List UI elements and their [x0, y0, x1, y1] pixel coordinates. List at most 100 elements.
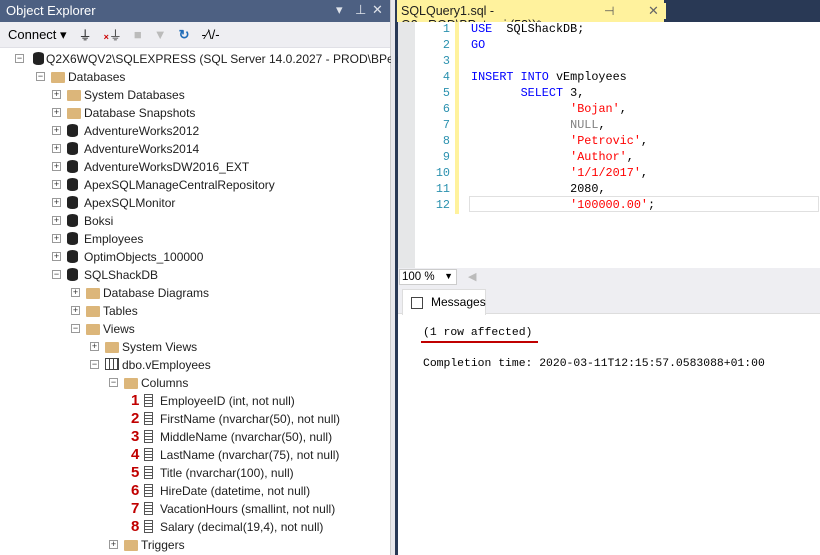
tree-node[interactable]: − Views — [0, 320, 390, 338]
collapse-icon[interactable]: − — [71, 324, 80, 333]
folder-icon — [86, 324, 100, 335]
tree-node[interactable]: + OptimObjects_100000 — [0, 248, 390, 266]
red-underline-annotation — [421, 341, 538, 343]
tree-node[interactable]: 8 Salary (decimal(19,4), not null) — [0, 518, 390, 536]
disconnect-icon[interactable]: ×⏚ — [104, 25, 122, 44]
folder-icon — [124, 378, 138, 389]
tree-node[interactable]: + Triggers — [0, 536, 390, 554]
expand-icon[interactable]: + — [52, 234, 61, 243]
pin-icon[interactable]: ⊥ — [355, 2, 366, 18]
database-icon — [67, 124, 78, 137]
tree-node[interactable]: 4 LastName (nvarchar(75), not null) — [0, 446, 390, 464]
tree-node[interactable]: + AdventureWorks2012 — [0, 122, 390, 140]
tab-query[interactable]: SQLQuery1.sql - Q2...ROD\BPetrovi (53))*… — [397, 0, 641, 32]
tab-label: Messages — [431, 295, 486, 309]
expand-icon[interactable]: + — [71, 288, 80, 297]
column-icon — [144, 394, 153, 407]
tree-node[interactable]: + System Databases — [0, 86, 390, 104]
tree-node[interactable]: + ApexSQLMonitor — [0, 194, 390, 212]
tree-node[interactable]: + Database Diagrams — [0, 284, 390, 302]
folder-icon — [105, 342, 119, 353]
scroll-left-icon[interactable]: ◀ — [468, 270, 476, 283]
tree-node[interactable]: 3 MiddleName (nvarchar(50), null) — [0, 428, 390, 446]
code-line: 'Author', — [471, 150, 634, 164]
tree-node[interactable]: 5 Title (nvarchar(100), null) — [0, 464, 390, 482]
tree-node-label: AdventureWorks2014 — [84, 142, 200, 156]
expand-icon[interactable]: + — [52, 144, 61, 153]
tree-node-label: Boksi — [84, 214, 114, 228]
line-number: 8 — [442, 134, 450, 148]
connect-plug-icon[interactable]: ⏚ — [79, 25, 92, 44]
expand-icon[interactable]: + — [52, 162, 61, 171]
line-number: 12 — [435, 198, 450, 212]
expand-icon[interactable]: + — [90, 342, 99, 351]
connect-button[interactable]: Connect ▾ — [8, 27, 67, 43]
code-token: SQLShackDB; — [492, 22, 585, 36]
pin-icon[interactable]: ⊣ — [604, 4, 614, 18]
code-line: 'Petrovic', — [471, 134, 648, 148]
expand-icon[interactable]: + — [71, 306, 80, 315]
tree-node[interactable]: + AdventureWorksDW2016_EXT — [0, 158, 390, 176]
expand-icon[interactable]: + — [52, 90, 61, 99]
dropdown-icon[interactable]: ▾ — [336, 2, 343, 18]
folder-icon — [51, 72, 65, 83]
tree-node[interactable]: − SQLShackDB — [0, 266, 390, 284]
annotation-number: 5 — [131, 464, 140, 481]
close-icon[interactable]: ✕ — [372, 2, 383, 18]
collapse-icon[interactable]: − — [109, 378, 118, 387]
code-token: '1/1/2017' — [570, 166, 641, 180]
tree-node[interactable]: + Boksi — [0, 212, 390, 230]
code-token: , — [626, 150, 634, 164]
annotation-number: 4 — [131, 446, 140, 463]
tree-node[interactable]: 6 HireDate (datetime, not null) — [0, 482, 390, 500]
tree-node[interactable]: 1 EmployeeID (int, not null) — [0, 392, 390, 410]
folder-icon — [67, 90, 81, 101]
code-token: GO — [471, 38, 486, 52]
collapse-icon[interactable]: − — [36, 72, 45, 81]
expand-icon[interactable]: + — [52, 252, 61, 261]
code-line: 2080, — [471, 182, 605, 196]
close-tab-icon[interactable]: ✕ — [648, 3, 659, 19]
tab-messages[interactable]: Messages — [402, 289, 486, 315]
expand-icon[interactable]: + — [52, 126, 61, 135]
code-line: 'Bojan', — [471, 102, 627, 116]
tree-node[interactable]: − dbo.vEmployees — [0, 356, 390, 374]
tree-node[interactable]: + Database Snapshots — [0, 104, 390, 122]
activity-monitor-icon[interactable]: -⁄\/- — [202, 27, 220, 42]
expand-icon[interactable]: + — [52, 216, 61, 225]
zoom-select[interactable]: 100 % ▼ — [399, 269, 457, 285]
expand-icon[interactable]: + — [52, 180, 61, 189]
column-icon — [144, 502, 153, 515]
expand-icon[interactable]: + — [52, 108, 61, 117]
panel-splitter[interactable] — [391, 0, 397, 555]
tree-node[interactable]: − Columns — [0, 374, 390, 392]
tree-node-label: FirstName (nvarchar(50), not null) — [160, 412, 341, 426]
collapse-icon[interactable]: − — [15, 54, 24, 63]
refresh-icon[interactable]: ↻ — [179, 27, 190, 43]
code-token: 'Author' — [570, 150, 627, 164]
tree-node[interactable]: + Tables — [0, 302, 390, 320]
tree-node[interactable]: − Q2X6WQV2\SQLEXPRESS (SQL Server 14.0.20… — [0, 50, 420, 68]
database-icon — [67, 268, 78, 281]
tree-node[interactable]: + Employees — [0, 230, 390, 248]
tree-node-label: Triggers — [141, 538, 185, 552]
collapse-icon[interactable]: − — [90, 360, 99, 369]
tree-node[interactable]: + AdventureWorks2014 — [0, 140, 390, 158]
annotation-number: 7 — [131, 500, 140, 517]
tree-node[interactable]: + ApexSQLManageCentralRepository — [0, 176, 390, 194]
filter-icon[interactable]: ▼ — [154, 27, 167, 42]
tree-node[interactable]: − Databases — [0, 68, 390, 86]
expand-icon[interactable]: + — [52, 198, 61, 207]
code-token: , — [619, 102, 627, 116]
tree-node[interactable]: 7 VacationHours (smallint, not null) — [0, 500, 390, 518]
collapse-icon[interactable]: − — [52, 270, 61, 279]
stop-icon[interactable]: ■ — [134, 27, 142, 42]
expand-icon[interactable]: + — [109, 540, 118, 549]
tree-node[interactable]: 2 FirstName (nvarchar(50), not null) — [0, 410, 390, 428]
annotation-number: 2 — [131, 410, 140, 427]
tree-node[interactable]: + System Views — [0, 338, 390, 356]
query-editor[interactable]: 1 USE SQLShackDB; 2 GO 3 4 INSERT INTO vEmploy… — [398, 22, 820, 268]
